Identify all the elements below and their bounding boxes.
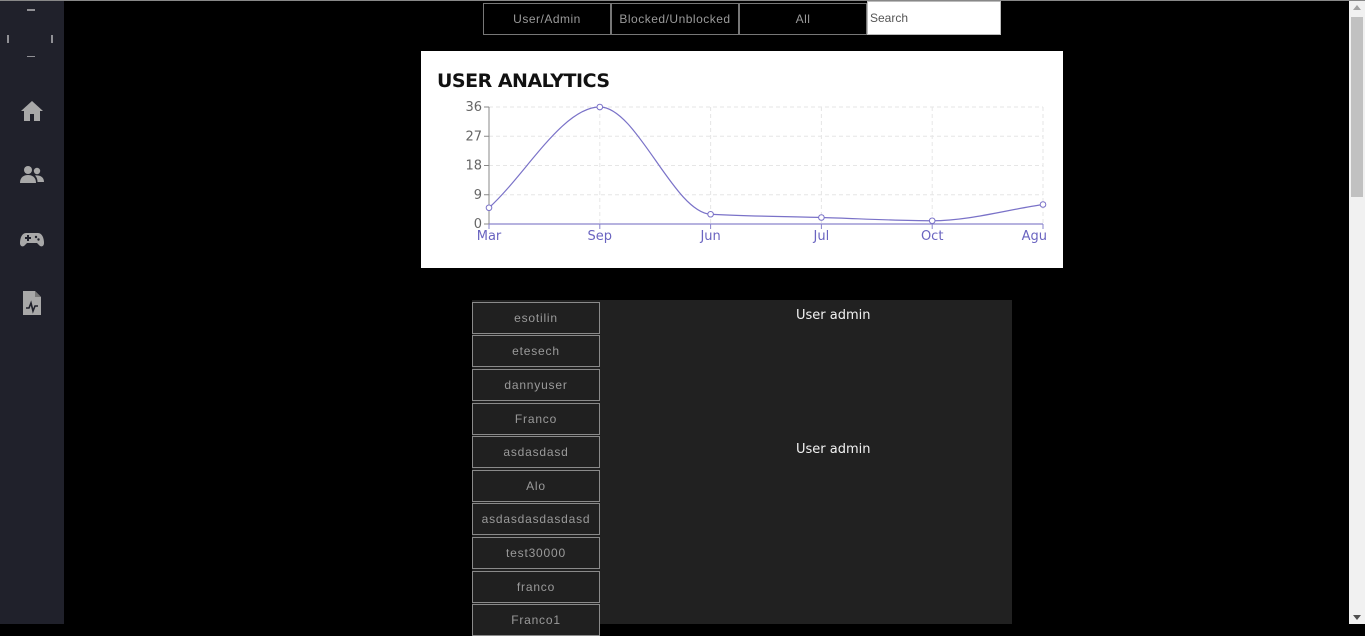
page-scrollbar[interactable] bbox=[1349, 1, 1365, 624]
data-point bbox=[707, 210, 714, 218]
data-point bbox=[818, 214, 825, 221]
data-point bbox=[596, 103, 604, 111]
role-label: User admin bbox=[796, 442, 871, 457]
scrollbar-thumb[interactable] bbox=[1351, 17, 1363, 197]
user-list-item[interactable]: franco bbox=[472, 571, 600, 603]
user-list-item[interactable]: asdasdasdasdasd bbox=[472, 503, 600, 535]
logo-icon bbox=[7, 9, 53, 57]
user-admin-filter-button[interactable]: User/Admin bbox=[483, 3, 611, 35]
users-panel: esotilin etesech dannyuser Franco asdasdasd A… bbox=[472, 300, 1012, 636]
data-point bbox=[1039, 201, 1047, 208]
user-list-item[interactable]: etesech bbox=[472, 335, 600, 367]
user-analytics-card: USER ANALYTICS 0 9 18 27 36 Mar Sep Jun Jul Oct Ag… bbox=[421, 51, 1063, 268]
scroll-down-icon[interactable] bbox=[1353, 615, 1361, 620]
x-tick-label: Jul bbox=[813, 229, 830, 244]
blocked-unblocked-filter-button[interactable]: Blocked/Unblocked bbox=[611, 3, 739, 35]
series-line bbox=[488, 106, 1044, 222]
user-list-item[interactable]: Franco1 bbox=[472, 604, 600, 636]
x-tick-label: Mar bbox=[477, 229, 502, 244]
report-icon[interactable] bbox=[20, 291, 44, 315]
user-analytics-chart: 09182736Mar Sep Jun Jul Oct Agu bbox=[465, 100, 1047, 244]
role-label: User admin bbox=[796, 308, 871, 323]
users-icon[interactable] bbox=[20, 163, 44, 187]
sidebar bbox=[0, 1, 64, 624]
gamepad-icon[interactable] bbox=[20, 227, 44, 251]
scroll-up-icon[interactable] bbox=[1353, 5, 1361, 10]
x-tick-label: Agu bbox=[1022, 229, 1047, 244]
x-tick-label: Sep bbox=[588, 229, 613, 244]
user-list-item[interactable]: Alo bbox=[472, 470, 600, 502]
y-tick-label: 9 bbox=[474, 188, 482, 203]
data-point bbox=[485, 204, 493, 212]
user-list-item[interactable]: dannyuser bbox=[472, 369, 600, 401]
y-tick-label: 36 bbox=[465, 100, 482, 115]
search-input[interactable] bbox=[867, 1, 1001, 35]
user-list-item[interactable]: esotilin bbox=[472, 302, 600, 334]
home-icon[interactable] bbox=[20, 99, 44, 123]
all-filter-button[interactable]: All bbox=[739, 3, 867, 35]
y-tick-label: 18 bbox=[465, 159, 482, 174]
user-list-item[interactable]: test30000 bbox=[472, 537, 600, 569]
x-tick-label: Jun bbox=[699, 229, 720, 244]
user-list-item[interactable]: Franco bbox=[472, 403, 600, 435]
x-tick-label: Oct bbox=[921, 229, 943, 244]
user-list-item[interactable]: asdasdasd bbox=[472, 436, 600, 468]
data-point bbox=[928, 217, 936, 225]
y-tick-label: 27 bbox=[465, 129, 482, 144]
